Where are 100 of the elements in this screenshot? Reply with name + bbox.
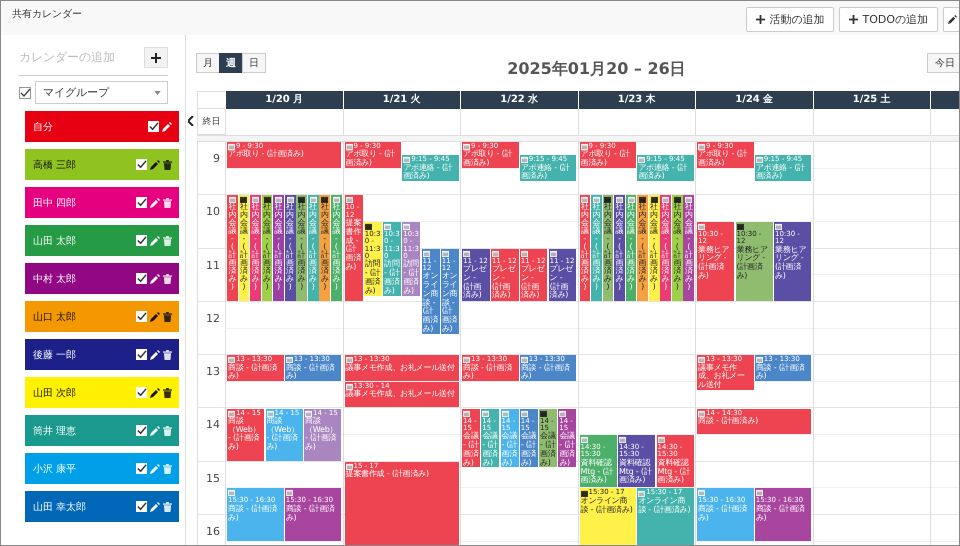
calendar-item[interactable]: 山田 幸太郎 — [25, 491, 179, 522]
calendar-event[interactable]: 社内会議 - (計画済み) — [250, 195, 261, 301]
calendar-event[interactable]: 社内会議 - (計画済み) — [660, 195, 672, 301]
calendar-item[interactable]: 小沢 康平 — [25, 453, 179, 484]
add-button[interactable]: TODOの追加 — [839, 6, 938, 32]
calendar-item[interactable]: 山口 太郎 — [25, 301, 179, 332]
event-title: 社内会議 - (計画済み) — [649, 203, 660, 292]
hour-label: 9 — [213, 152, 220, 165]
event-title: アポ取り - (計画済み) — [346, 150, 396, 168]
add-button[interactable]: 活動の追加 — [746, 6, 834, 32]
hour-label: 16 — [206, 525, 220, 538]
event-title: 業務ヒアリング - (計画済み) — [698, 246, 730, 281]
calendar-event[interactable]: 社内会議 - (計画済み) — [262, 195, 272, 301]
event-title: 資料確認Mtg - (計画済み) — [580, 458, 614, 486]
event-title: 商談（Web） - (計画済み) — [266, 416, 300, 452]
event-title: 商談（Web） - (計画済み) — [305, 416, 338, 452]
calendar-event[interactable]: 社内会議 - (計画済み) — [648, 195, 660, 301]
calendar-event[interactable]: 社内会議 - (計画済み) — [319, 195, 330, 301]
calendar-event[interactable]: 社内会議 - (計画済み) — [330, 195, 342, 301]
event-title: 社内会議 - (計画済み) — [227, 203, 238, 292]
hour-label: 14 — [206, 418, 220, 432]
event-title: アポ取り - (計画済み) — [580, 150, 631, 168]
event-title: オンライン商談 - (計画済み) — [580, 496, 634, 514]
event-title: アポ連絡 - (計画済み) — [638, 164, 689, 182]
event-title: 社内会議 - (計画済み) — [660, 203, 671, 292]
event-title: 商談 - (計画済み) — [286, 364, 336, 382]
calendar-event[interactable]: 社内会議 - (計画済み) — [308, 195, 319, 301]
event-title: 訪問 - (計画済み) — [384, 260, 400, 296]
day-header: 1/20 月 — [225, 91, 342, 109]
hour-label: 10 — [206, 205, 220, 218]
app-title: 共有カレンダー — [12, 8, 82, 21]
event-title: 社内会議 - (計画済み) — [638, 203, 648, 292]
event-title: 社内会議 - (計画済み) — [320, 203, 330, 292]
calendar-event[interactable]: 社内会議 - (計画済み) — [238, 195, 250, 301]
calendar-item[interactable]: 後藤 一郎 — [25, 339, 179, 370]
calendar-item[interactable]: 山田 次郎 — [25, 377, 179, 408]
day-header: 1/22 水 — [460, 91, 578, 109]
event-title: 社内会議 - (計画済み) — [331, 203, 342, 292]
event-title: 資料確認Mtg - (計画済み) — [619, 458, 653, 486]
event-title: アポ取り - (計画済み) — [463, 150, 514, 168]
calendar-event[interactable]: 社内会議 - (計画済み) — [591, 195, 602, 301]
calendar-event[interactable]: 社内会議 - (計画済み) — [672, 195, 683, 301]
event-title: プレゼン - (計画済み) — [463, 264, 488, 300]
event-title: 議事メモ作成、お礼メール送付 — [698, 364, 746, 390]
event-title: オンライン商談 - (計画済み) — [442, 272, 458, 334]
event-title: 商談 - (計画済み) — [698, 416, 760, 426]
calendar-name: 高橋 三郎 — [33, 158, 76, 172]
event-title: 社内会議 - (計画済み) — [626, 203, 636, 292]
event-title: 会議 - (計画済み) — [482, 432, 498, 468]
event-title: 社内会議 - (計画済み) — [296, 203, 307, 292]
view-tab[interactable]: 日 — [242, 53, 266, 73]
hour-label: 13 — [206, 365, 220, 378]
calendar-item[interactable]: 中村 太郎 — [25, 263, 179, 294]
calendar-event[interactable]: 社内会議 - (計画済み) — [227, 195, 238, 301]
event-title: 社内会議 - (計画済み) — [250, 203, 260, 292]
event-title: 社内会議 - (計画済み) — [274, 203, 284, 292]
event-title: 議事メモ作成、お礼メール送付 — [346, 390, 456, 399]
view-tab[interactable]: 週 — [219, 53, 243, 73]
calendar-event[interactable]: 社内会議 - (計画済み) — [614, 195, 625, 301]
calendar-event[interactable]: 社内会議 - (計画済み) — [284, 195, 296, 301]
event-title: 社内会議 - (計画済み) — [308, 203, 318, 292]
event-title: 商談 - (計画済み) — [228, 504, 278, 522]
calendar-event[interactable]: 社内会議 - (計画済み) — [683, 195, 694, 301]
add-calendar-label: カレンダーの追加 — [19, 49, 115, 66]
calendar-event[interactable]: 社内会議 - (計画済み) — [637, 195, 648, 301]
event-title: 商談 - (計画済み) — [463, 364, 514, 382]
calendar-name: 田中 四郎 — [33, 196, 76, 210]
event-title: 社内会議 - (計画済み) — [602, 203, 613, 292]
event-title: 社内会議 - (計画済み) — [285, 203, 296, 292]
calendar-name: 山田 幸太郎 — [33, 500, 86, 514]
event-title: 社内会議 - (計画済み) — [591, 203, 602, 292]
day-header: 1/21 火 — [342, 91, 460, 109]
event-title: 訪問 - (計画済み) — [403, 260, 420, 296]
event-title: 社内会議 - (計画済み) — [672, 203, 682, 292]
event-title: 業務ヒアリング - (計画済み) — [736, 246, 769, 281]
event-title: 商談 - (計画済み) — [756, 504, 806, 522]
calendar-item[interactable]: 筒井 理恵 — [25, 415, 179, 446]
calendar-item[interactable]: 山田 太郎 — [25, 225, 179, 256]
calendar-item[interactable]: 高橋 三郎 — [25, 149, 179, 180]
today-button[interactable]: 今日 — [927, 53, 959, 73]
calendar-item[interactable]: 自分 — [25, 111, 179, 142]
event-title: 商談 - (計画済み) — [228, 364, 278, 382]
event-title: アポ連絡 - (計画済み) — [520, 164, 572, 182]
event-title: 社内会議 - (計画済み) — [262, 203, 272, 292]
event-title: 訪問 - (計画済み) — [364, 260, 381, 296]
calendar-event[interactable]: 社内会議 - (計画済み) — [580, 195, 590, 301]
event-title: 商談 - (計画済み) — [756, 364, 806, 382]
group-select[interactable]: マイグループ — [35, 81, 168, 104]
calendar-event[interactable]: 社内会議 - (計画済み) — [273, 195, 284, 301]
day-header: 1/23 木 — [578, 91, 695, 109]
calendar-event[interactable]: 社内会議 - (計画済み) — [626, 195, 636, 301]
calendar-item[interactable]: 田中 四郎 — [25, 187, 179, 218]
calendar-name: 後藤 一郎 — [33, 348, 76, 362]
calendar-event[interactable]: 社内会議 - (計画済み) — [296, 195, 308, 301]
event-title: 社内会議 - (計画済み) — [238, 203, 249, 292]
calendar-name: 自分 — [33, 120, 53, 134]
event-title: 社内会議 - (計画済み) — [614, 203, 625, 292]
hour-label: 15 — [206, 472, 220, 485]
view-tab[interactable]: 月 — [196, 53, 220, 73]
calendar-event[interactable]: 社内会議 - (計画済み) — [602, 195, 614, 301]
